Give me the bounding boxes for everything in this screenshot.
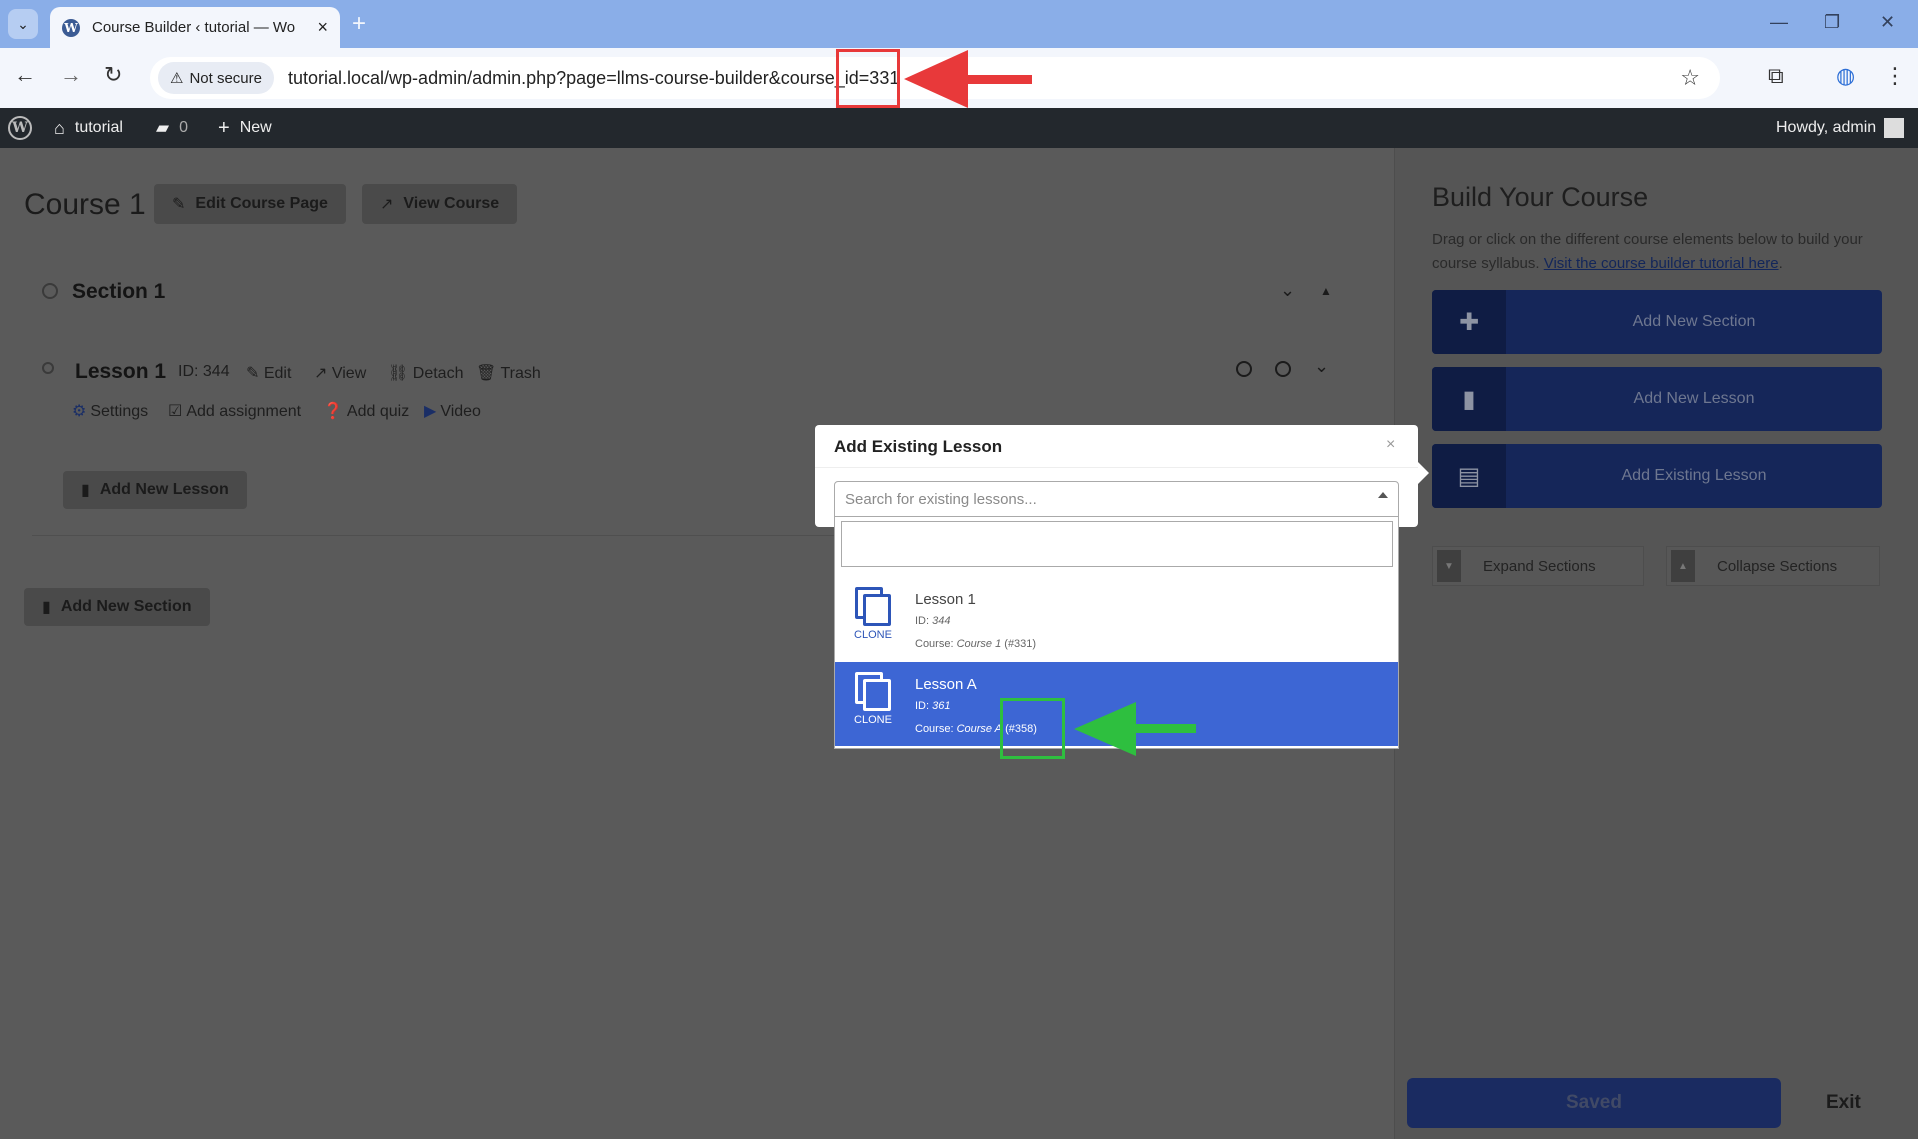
green-arrow [1074, 702, 1196, 756]
annotation-arrows [904, 50, 1196, 756]
red-arrow [904, 50, 1032, 108]
